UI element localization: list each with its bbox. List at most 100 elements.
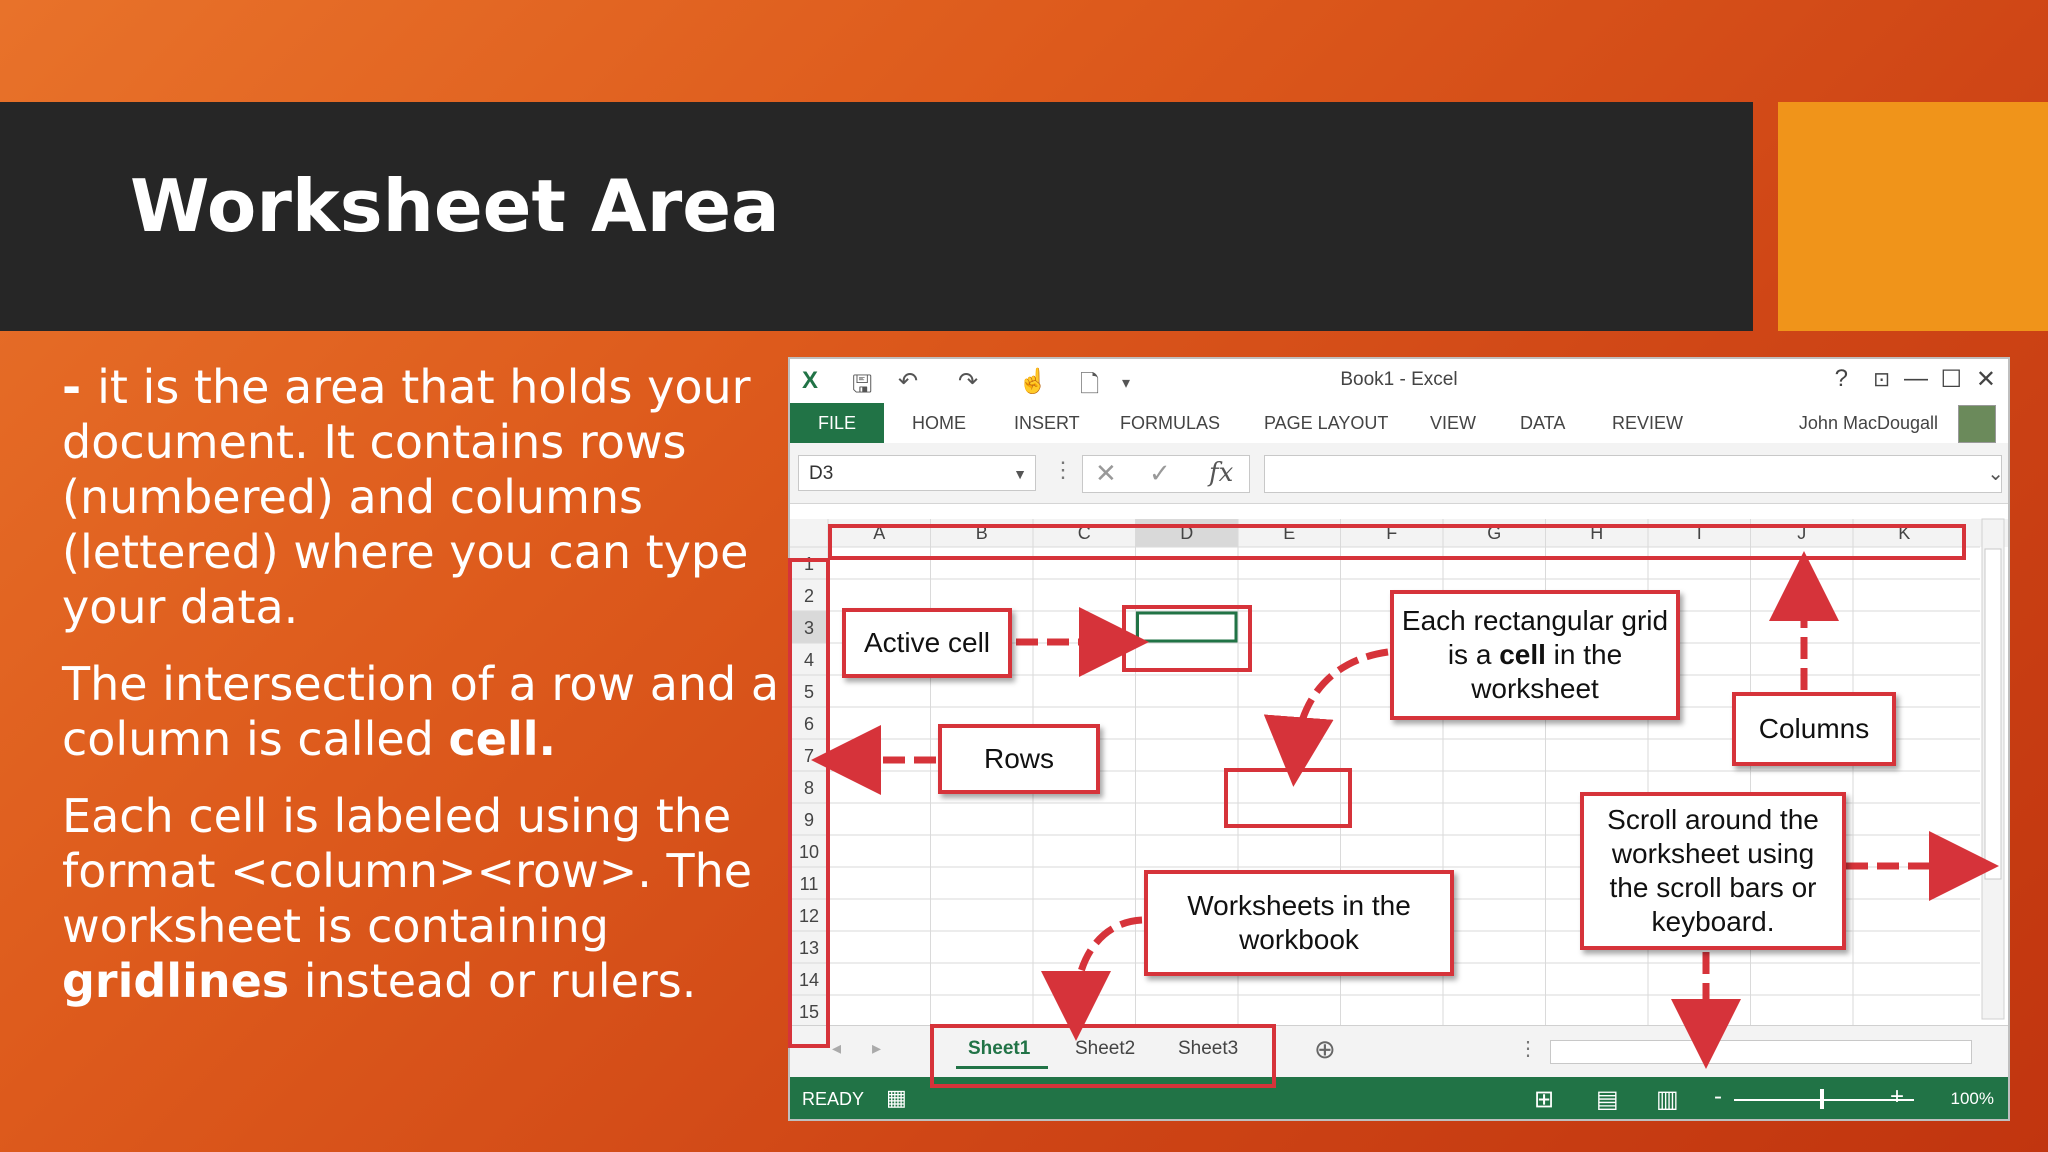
- column-header-d: D: [1180, 523, 1193, 543]
- sheet-tab-3[interactable]: Sheet3: [1178, 1038, 1238, 1060]
- tab-review[interactable]: REVIEW: [1612, 413, 1683, 434]
- sheet-tab-1[interactable]: Sheet1: [968, 1038, 1030, 1060]
- row-header-6: 6: [804, 714, 814, 734]
- row-header-2: 2: [804, 586, 814, 606]
- close-icon[interactable]: ✕: [1976, 365, 1996, 394]
- name-box[interactable]: D3 ▼: [798, 455, 1036, 491]
- row-header-15: 15: [799, 1002, 819, 1022]
- paragraph-2-text: The intersection of a row and a column i…: [62, 657, 780, 766]
- status-text: READY: [802, 1089, 865, 1109]
- tab-home[interactable]: HOME: [912, 413, 966, 434]
- more-icon: ⋮: [1052, 457, 1074, 482]
- row-header-1: 1: [804, 554, 814, 574]
- row-header-10: 10: [799, 842, 819, 862]
- callout-scroll: Scroll around the worksheet using the sc…: [1580, 792, 1846, 950]
- maximize-icon[interactable]: ☐: [1940, 365, 1962, 394]
- chevron-down-icon[interactable]: ▼: [1013, 456, 1027, 492]
- column-header-k: K: [1898, 523, 1910, 543]
- paragraph-3-tail: instead or rulers.: [289, 954, 697, 1008]
- paragraph-1: - it is the area that holds your documen…: [62, 360, 782, 635]
- tab-view[interactable]: VIEW: [1430, 413, 1476, 434]
- add-sheet-icon[interactable]: ⊕: [1314, 1034, 1336, 1065]
- row-header-5: 5: [804, 682, 814, 702]
- cancel-icon[interactable]: ✕: [1095, 458, 1117, 489]
- callout-cell-text: Each rectangular grid is a cell in the w…: [1400, 604, 1670, 706]
- more-icon-2: ⋮: [1518, 1038, 1538, 1060]
- page-layout-view-icon[interactable]: ▤: [1596, 1085, 1619, 1114]
- row-header-8: 8: [804, 778, 814, 798]
- avatar[interactable]: [1958, 405, 1996, 443]
- column-header-h: H: [1590, 523, 1603, 543]
- column-header-j: J: [1797, 523, 1806, 543]
- minimize-icon[interactable]: —: [1904, 365, 1928, 393]
- callout-worksheets: Worksheets in the workbook: [1144, 870, 1454, 976]
- dash-bullet: -: [62, 360, 98, 414]
- row-header-11: 11: [800, 874, 819, 894]
- tab-data[interactable]: DATA: [1520, 413, 1565, 434]
- slide: Worksheet Area - it is the area that hol…: [0, 0, 2048, 1152]
- zoom-out-icon[interactable]: -: [1714, 1083, 1722, 1111]
- sheet-tab-2[interactable]: Sheet2: [1075, 1038, 1135, 1060]
- row-header-14: 14: [799, 970, 819, 990]
- paragraph-1-text: it is the area that holds your document.…: [62, 360, 751, 634]
- name-box-value: D3: [809, 463, 834, 484]
- row-header-9: 9: [804, 810, 814, 830]
- tab-file[interactable]: FILE: [790, 403, 884, 443]
- column-header-c: C: [1078, 523, 1091, 543]
- ribbon-tabs: FILE HOME INSERT FORMULAS PAGE LAYOUT VI…: [790, 403, 2008, 444]
- paragraph-3-bold: gridlines: [62, 954, 290, 1008]
- row-header-13: 13: [799, 938, 819, 958]
- sheet-tab-bar: ◂ ▸ Sheet1 Sheet2 Sheet3 ⊕ ⋮: [790, 1025, 2008, 1078]
- column-header-i: I: [1697, 523, 1702, 543]
- excel-titlebar: X 🖫 ↶ ↷ ☝ 🗋 ▾ Book1 - Excel ? ⊡ — ☐ ✕: [790, 359, 2008, 403]
- column-header-b: B: [976, 523, 988, 543]
- callout-active-cell: Active cell: [842, 608, 1012, 678]
- zoom-level[interactable]: 100%: [1951, 1089, 1994, 1109]
- row-header-4: 4: [804, 650, 814, 670]
- tab-page-layout[interactable]: PAGE LAYOUT: [1264, 413, 1388, 434]
- column-header-g: G: [1487, 523, 1501, 543]
- active-sheet-indicator: [956, 1066, 1048, 1069]
- scroll-right-icon[interactable]: ▸: [872, 1038, 881, 1059]
- callout-cell: Each rectangular grid is a cell in the w…: [1390, 590, 1680, 720]
- column-header-e: E: [1283, 523, 1295, 543]
- help-icon[interactable]: ?: [1835, 365, 1848, 393]
- insert-function-icon[interactable]: fx: [1209, 458, 1233, 488]
- horizontal-scrollbar[interactable]: [1550, 1040, 1972, 1064]
- slide-title: Worksheet Area: [130, 164, 780, 248]
- active-cell: [1136, 611, 1238, 643]
- zoom-slider[interactable]: [1734, 1099, 1914, 1101]
- confirm-icon[interactable]: ✓: [1149, 458, 1171, 489]
- column-header-band: [790, 519, 2008, 547]
- paragraph-3-text: Each cell is labeled using the format <c…: [62, 789, 753, 953]
- callout-rows: Rows: [938, 724, 1100, 794]
- paragraph-2: The intersection of a row and a column i…: [62, 657, 782, 767]
- callout-cell-bold: cell: [1499, 639, 1546, 670]
- column-header-a: A: [873, 523, 885, 543]
- window-title: Book1 - Excel: [1340, 369, 1458, 390]
- callout-columns: Columns: [1732, 692, 1896, 766]
- normal-view-icon[interactable]: ⊞: [1534, 1085, 1554, 1114]
- row-header-3: 3: [804, 618, 814, 638]
- body-text: - it is the area that holds your documen…: [62, 360, 782, 1031]
- page-break-view-icon[interactable]: ▥: [1656, 1085, 1679, 1114]
- expand-formula-icon[interactable]: ⌄: [1987, 461, 2004, 486]
- vertical-scrollbar-thumb: [1984, 548, 2002, 880]
- tab-insert[interactable]: INSERT: [1014, 413, 1080, 434]
- formula-buttons: ✕ ✓ fx: [1082, 455, 1250, 493]
- column-header-f: F: [1386, 523, 1397, 543]
- paragraph-3: Each cell is labeled using the format <c…: [62, 789, 782, 1009]
- formula-input[interactable]: [1264, 455, 2002, 493]
- paragraph-2-bold: cell.: [448, 712, 556, 766]
- user-name[interactable]: John MacDougall: [1799, 413, 1938, 434]
- tab-formulas[interactable]: FORMULAS: [1120, 413, 1220, 434]
- status-bar: READY ▦ ⊞ ▤ ▥ - + 100%: [790, 1077, 2008, 1119]
- ribbon-display-icon[interactable]: ⊡: [1873, 367, 1890, 392]
- formula-bar: D3 ▼ ⋮ ✕ ✓ fx ⌄: [790, 443, 2008, 504]
- scroll-left-icon[interactable]: ◂: [832, 1038, 841, 1059]
- zoom-in-icon[interactable]: +: [1890, 1083, 1904, 1111]
- macro-record-icon[interactable]: ▦: [886, 1085, 907, 1111]
- row-header-12: 12: [799, 906, 819, 926]
- accent-box: [1778, 102, 2048, 331]
- zoom-slider-thumb[interactable]: [1820, 1089, 1824, 1109]
